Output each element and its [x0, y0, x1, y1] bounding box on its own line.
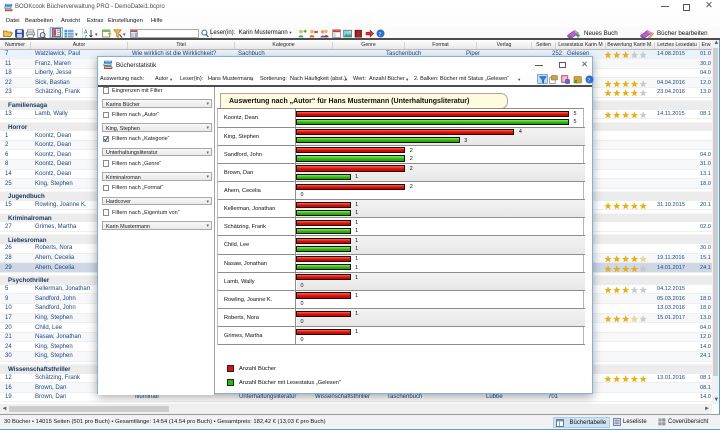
svg-text:?: ?	[379, 30, 382, 37]
svg-text:?: ?	[587, 77, 590, 84]
